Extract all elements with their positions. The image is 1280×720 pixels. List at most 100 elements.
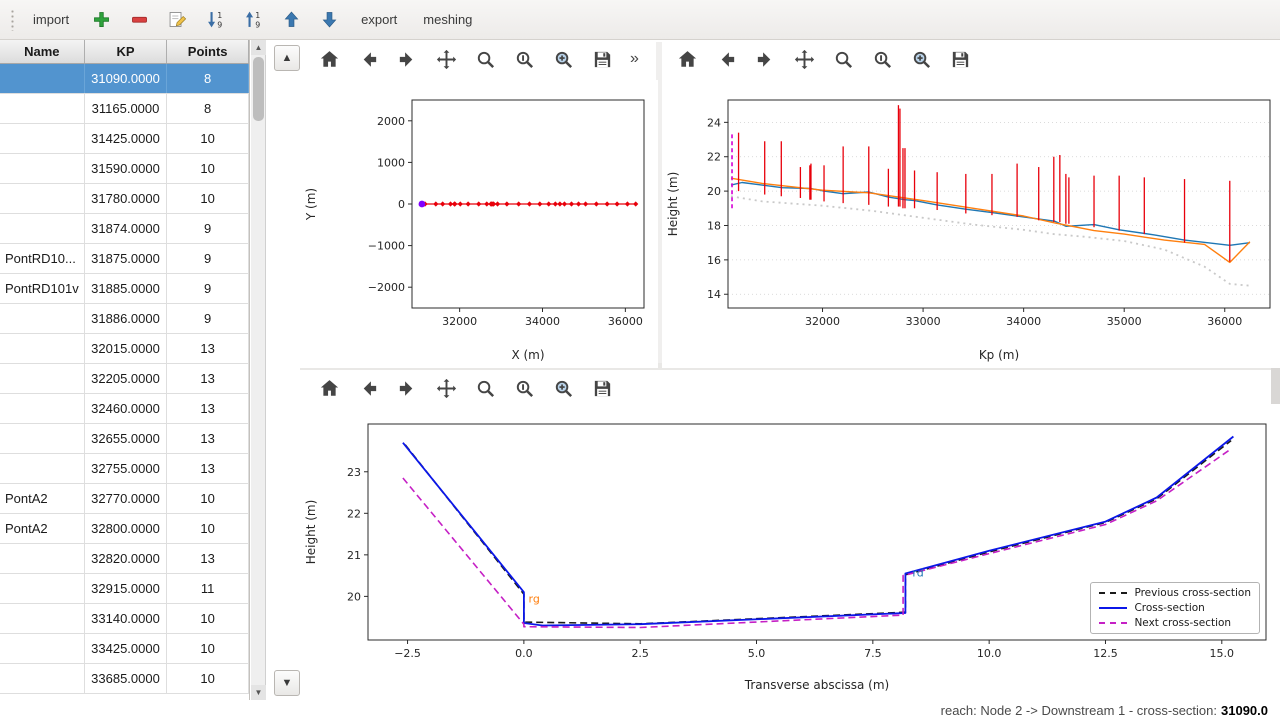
- zoom-rect-icon: [552, 48, 575, 71]
- table-row[interactable]: 32460.000013: [0, 394, 249, 424]
- back-button[interactable]: [711, 44, 741, 74]
- svg-text:2000: 2000: [377, 115, 405, 128]
- forward-button[interactable]: [750, 44, 780, 74]
- table-row[interactable]: PontA232770.000010: [0, 484, 249, 514]
- home-icon: [676, 48, 699, 71]
- table-row[interactable]: 32820.000013: [0, 544, 249, 574]
- svg-text:5.0: 5.0: [748, 647, 766, 660]
- cell-kp: 31885.0000: [85, 274, 168, 303]
- home-button[interactable]: [672, 44, 702, 74]
- pan-button[interactable]: [431, 373, 461, 403]
- table-row[interactable]: PontA232800.000010: [0, 514, 249, 544]
- table-row[interactable]: PontRD101v31885.00009: [0, 274, 249, 304]
- cell-name: [0, 304, 85, 333]
- zoom-rect-icon: [552, 377, 575, 400]
- svg-text:−1000: −1000: [368, 240, 405, 253]
- cell-points: 9: [167, 244, 249, 273]
- table-row[interactable]: 33425.000010: [0, 634, 249, 664]
- menubar: import 19 19 export meshing: [0, 0, 1280, 40]
- table-row[interactable]: 32655.000013: [0, 424, 249, 454]
- save-button[interactable]: [587, 44, 617, 74]
- table-row[interactable]: 33685.000010: [0, 664, 249, 694]
- menu-export[interactable]: export: [353, 8, 405, 31]
- scrollbar-thumb[interactable]: [253, 57, 264, 121]
- cell-kp: 32205.0000: [85, 364, 168, 393]
- table-row[interactable]: 31780.000010: [0, 184, 249, 214]
- remove-section-button[interactable]: [125, 6, 153, 34]
- cell-name: PontA2: [0, 514, 85, 543]
- back-icon: [715, 48, 738, 71]
- cell-kp: 31090.0000: [85, 64, 168, 93]
- toolbar-overflow-chevron[interactable]: »: [626, 50, 643, 68]
- customize-button[interactable]: [867, 44, 897, 74]
- column-header-name[interactable]: Name: [0, 40, 85, 63]
- customize-button[interactable]: [509, 373, 539, 403]
- move-up-icon: [281, 9, 302, 30]
- home-button[interactable]: [314, 44, 344, 74]
- cell-points: 13: [167, 364, 249, 393]
- table-row[interactable]: 31090.00008: [0, 64, 249, 94]
- sort-descending-button[interactable]: 19: [239, 6, 267, 34]
- section-down-button[interactable]: ▼: [274, 670, 300, 696]
- forward-button[interactable]: [392, 373, 422, 403]
- table-row[interactable]: 32755.000013: [0, 454, 249, 484]
- zoom-button[interactable]: [828, 44, 858, 74]
- sort-descending-icon: 19: [243, 9, 264, 30]
- table-row[interactable]: 31425.000010: [0, 124, 249, 154]
- svg-text:1: 1: [217, 11, 222, 20]
- table-row[interactable]: 32015.000013: [0, 334, 249, 364]
- zoom-button[interactable]: [470, 373, 500, 403]
- menu-import[interactable]: import: [25, 8, 77, 31]
- edit-section-button[interactable]: [163, 6, 191, 34]
- status-bar: reach: Node 2 -> Downstream 1 - cross-se…: [0, 700, 1280, 720]
- sort-ascending-button[interactable]: 19: [201, 6, 229, 34]
- table-row[interactable]: 32205.000013: [0, 364, 249, 394]
- zoom-rect-button[interactable]: [548, 373, 578, 403]
- cross-section-chart[interactable]: −2.50.02.55.07.510.012.515.020212223rgrd…: [300, 408, 1280, 698]
- column-header-points[interactable]: Points: [167, 40, 249, 63]
- column-header-kp[interactable]: KP: [85, 40, 168, 63]
- back-button[interactable]: [353, 373, 383, 403]
- table-row[interactable]: 31590.000010: [0, 154, 249, 184]
- scrollbar-down-arrow-icon[interactable]: ▼: [251, 685, 266, 700]
- back-button[interactable]: [353, 44, 383, 74]
- back-icon: [357, 48, 380, 71]
- pan-icon: [435, 48, 458, 71]
- zoom-rect-button[interactable]: [906, 44, 936, 74]
- svg-text:22: 22: [347, 507, 361, 520]
- legend-line-sample: [1099, 622, 1127, 624]
- svg-text:9: 9: [255, 20, 260, 29]
- table-row[interactable]: 32915.000011: [0, 574, 249, 604]
- zoom-rect-button[interactable]: [548, 44, 578, 74]
- save-button[interactable]: [945, 44, 975, 74]
- add-section-button[interactable]: [87, 6, 115, 34]
- menu-meshing[interactable]: meshing: [415, 8, 480, 31]
- zoom-button[interactable]: [470, 44, 500, 74]
- forward-button[interactable]: [392, 44, 422, 74]
- move-down-button[interactable]: [315, 6, 343, 34]
- table-row[interactable]: 31886.00009: [0, 304, 249, 334]
- move-up-button[interactable]: [277, 6, 305, 34]
- pan-button[interactable]: [789, 44, 819, 74]
- table-body: 31090.0000831165.0000831425.00001031590.…: [0, 64, 249, 694]
- cell-kp: 31780.0000: [85, 184, 168, 213]
- customize-button[interactable]: [509, 44, 539, 74]
- table-scrollbar[interactable]: ▲ ▼: [251, 40, 266, 700]
- plan-view-chart[interactable]: 320003400036000−2000−1000010002000X (m)Y…: [300, 80, 658, 368]
- section-up-button[interactable]: ▲: [274, 45, 300, 71]
- svg-text:Y (m): Y (m): [304, 188, 318, 221]
- home-button[interactable]: [314, 373, 344, 403]
- table-row[interactable]: 31874.00009: [0, 214, 249, 244]
- table-row[interactable]: PontRD10...31875.00009: [0, 244, 249, 274]
- cell-points: 11: [167, 574, 249, 603]
- svg-text:rd: rd: [912, 566, 923, 579]
- cell-points: 10: [167, 484, 249, 513]
- pan-button[interactable]: [431, 44, 461, 74]
- table-row[interactable]: 33140.000010: [0, 604, 249, 634]
- table-row[interactable]: 31165.00008: [0, 94, 249, 124]
- save-button[interactable]: [587, 373, 617, 403]
- svg-text:10.0: 10.0: [977, 647, 1002, 660]
- save-icon: [949, 48, 972, 71]
- longitudinal-profile-chart[interactable]: 3200033000340003500036000141618202224Kp …: [662, 80, 1280, 368]
- scrollbar-up-arrow-icon[interactable]: ▲: [251, 40, 266, 55]
